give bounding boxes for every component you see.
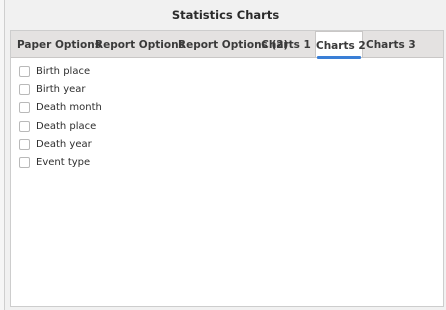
tab-charts-1[interactable]: Charts 1 [260, 31, 312, 57]
statistics-charts-window: Statistics Charts Paper Options Report O… [0, 0, 446, 310]
active-tab-indicator [317, 56, 361, 59]
tab-charts-3[interactable]: Charts 3 [366, 31, 416, 57]
tab-label: Report Options [95, 39, 185, 51]
option-event-type[interactable]: Event type [19, 153, 102, 171]
option-label: Death place [36, 120, 97, 132]
tab-paper-options[interactable]: Paper Options [17, 31, 101, 57]
option-label: Birth place [36, 65, 91, 77]
tab-label: Charts 2 [316, 40, 366, 52]
checkbox[interactable] [19, 157, 30, 169]
tab-report-options[interactable]: Report Options [95, 31, 185, 57]
option-label: Death month [36, 102, 102, 114]
option-label: Birth year [36, 83, 86, 95]
option-label: Death year [36, 138, 92, 150]
options-dialog: Paper Options Report Options Report Opti… [10, 30, 444, 307]
chart-options-list: Birth place Birth year Death month Death… [19, 62, 102, 172]
option-death-place[interactable]: Death place [19, 117, 102, 135]
left-panel-edge [0, 0, 5, 310]
tab-bar: Paper Options Report Options Report Opti… [11, 31, 443, 59]
option-death-month[interactable]: Death month [19, 99, 102, 117]
checkbox[interactable] [19, 120, 30, 132]
checkbox[interactable] [19, 138, 30, 150]
option-label: Event type [36, 157, 91, 169]
tab-label: Charts 1 [261, 39, 311, 51]
tab-label: Paper Options [17, 39, 101, 51]
option-birth-year[interactable]: Birth year [19, 80, 102, 98]
option-death-year[interactable]: Death year [19, 135, 102, 153]
window-title: Statistics Charts [171, 8, 280, 22]
checkbox[interactable] [19, 102, 30, 114]
checkbox[interactable] [19, 65, 30, 77]
tab-label: Charts 3 [366, 39, 416, 51]
checkbox[interactable] [19, 83, 30, 95]
option-birth-place[interactable]: Birth place [19, 62, 102, 80]
tab-charts-2[interactable]: Charts 2 [315, 31, 366, 59]
